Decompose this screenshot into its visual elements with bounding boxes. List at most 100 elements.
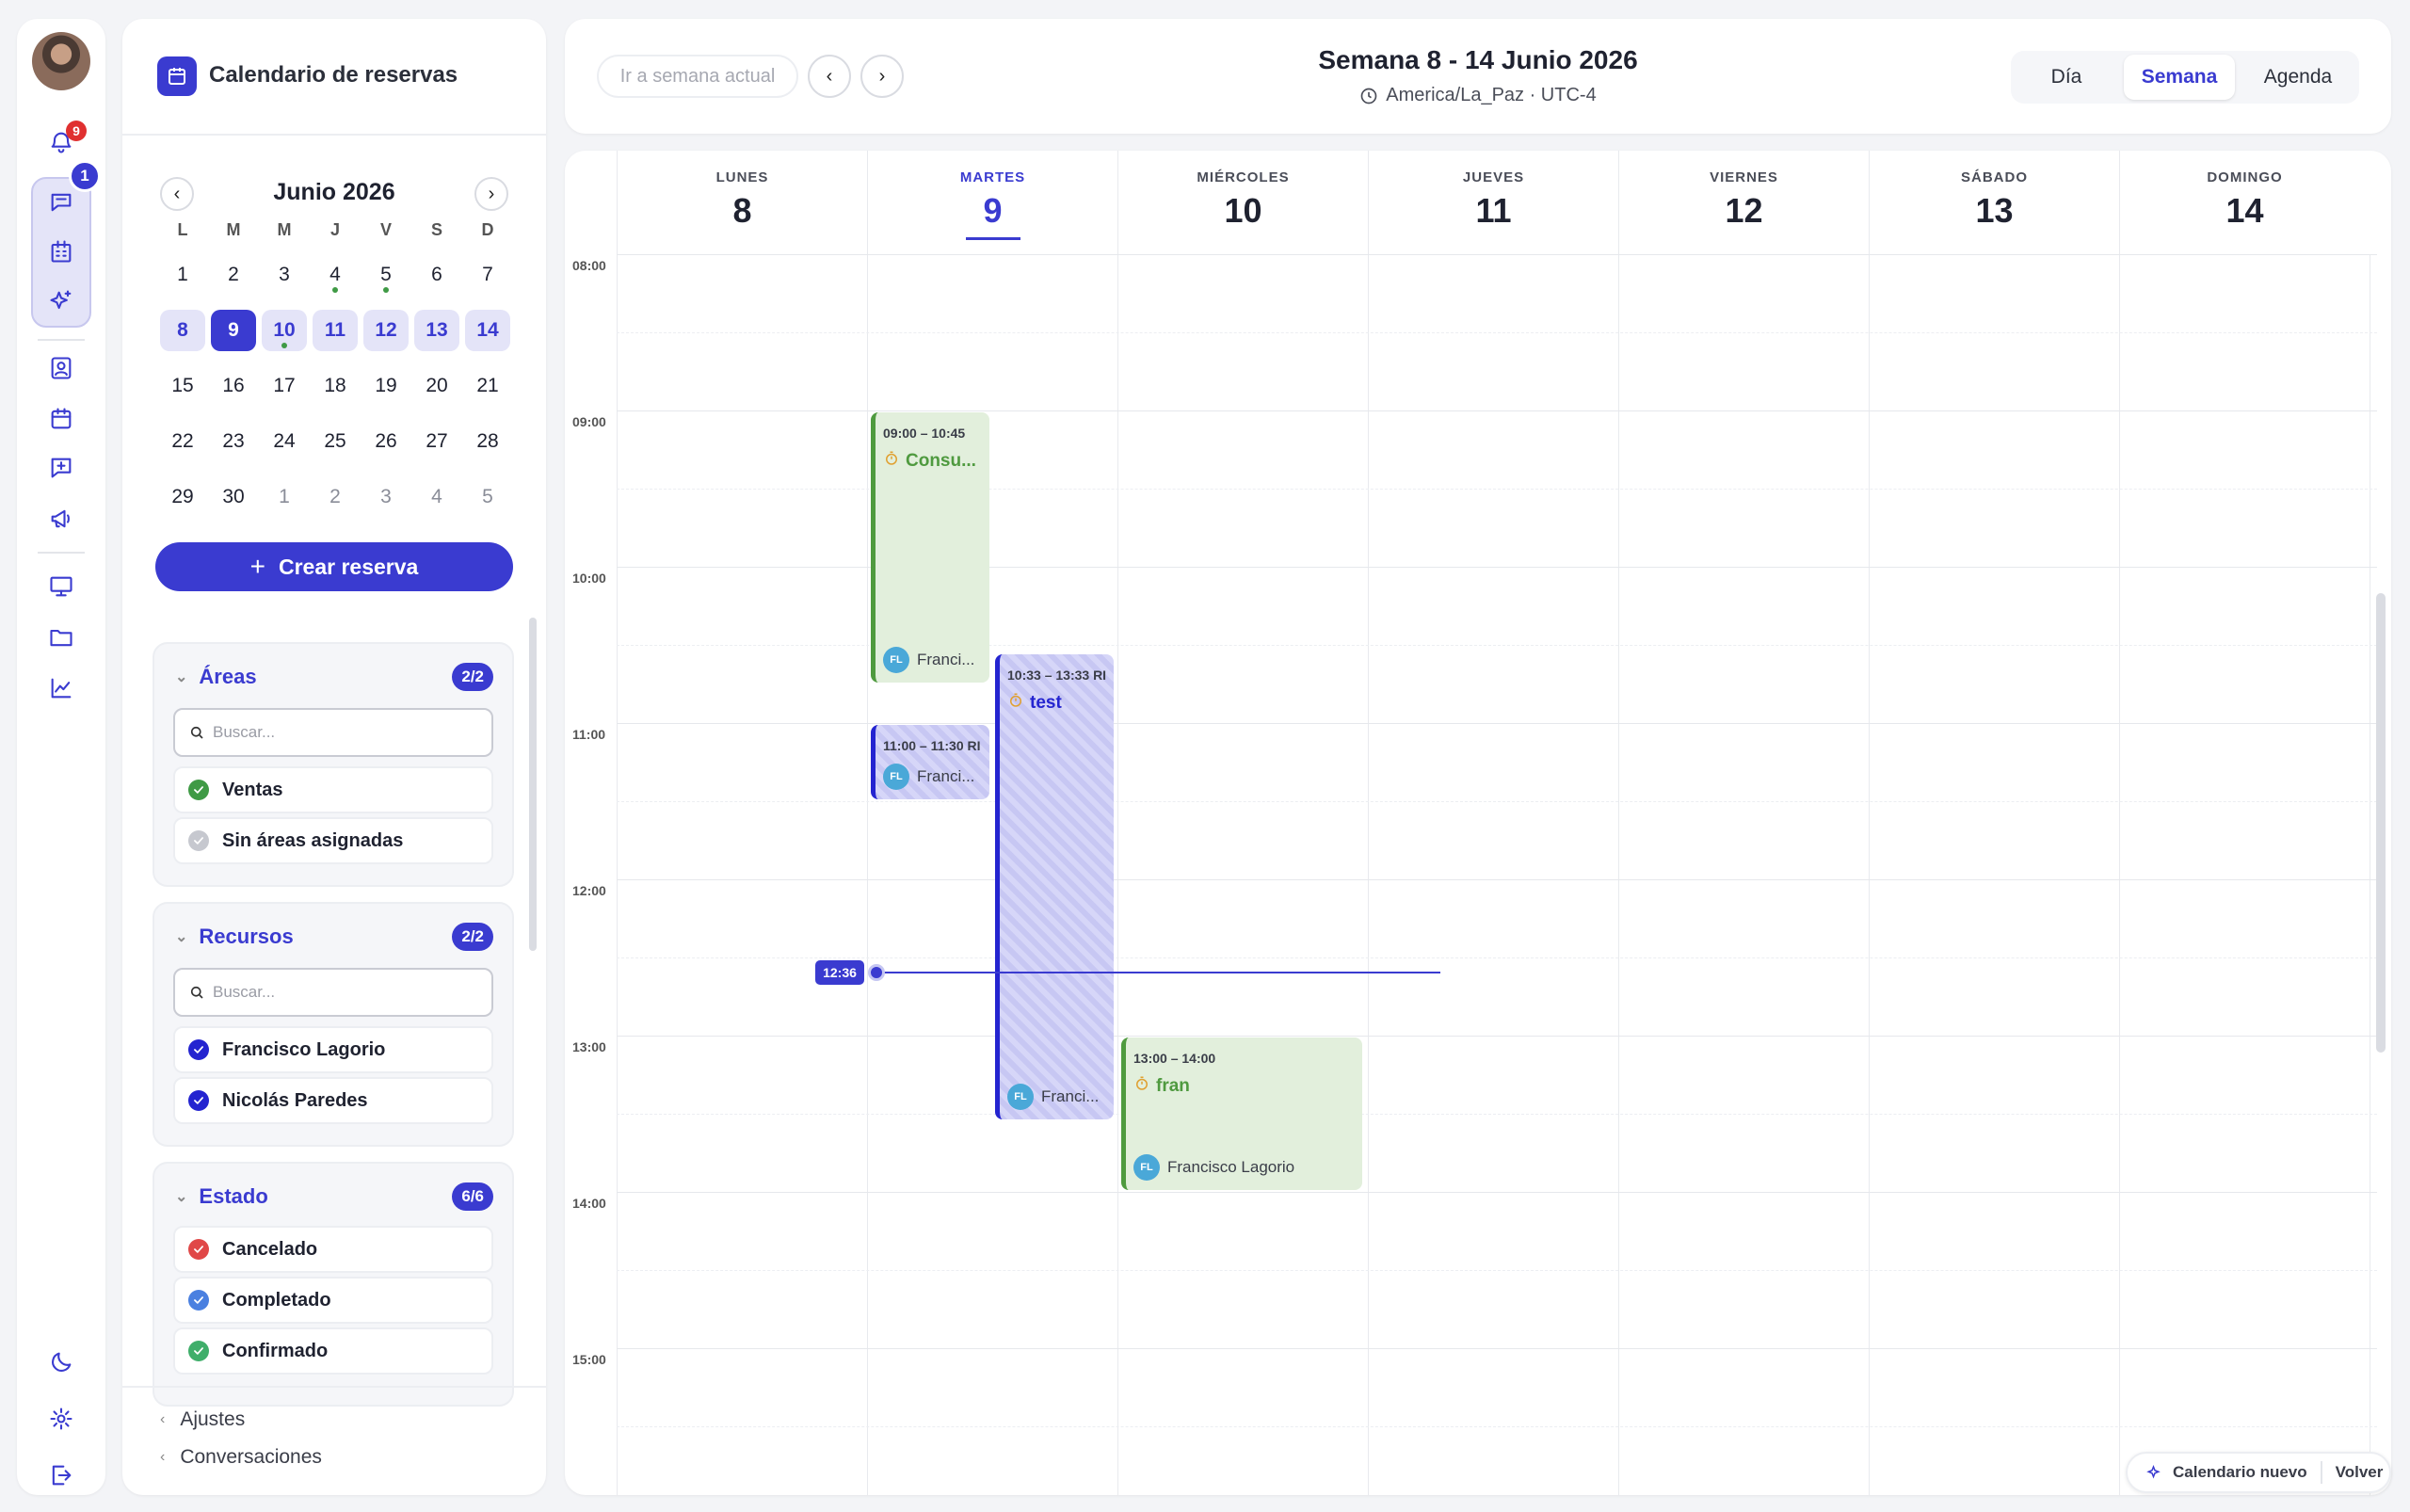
mini-calendar-day[interactable]: 2	[313, 476, 358, 518]
day-header[interactable]: MIÉRCOLES 10	[1117, 151, 1368, 254]
day-header[interactable]: MARTES 9	[867, 151, 1117, 254]
mini-calendar-day[interactable]: 27	[414, 421, 459, 462]
event-title: test	[1007, 692, 1062, 715]
day-number: 8	[732, 191, 752, 230]
mini-calendar-day[interactable]: 25	[313, 421, 358, 462]
booking-event[interactable]: 11:00 – 11:30 RI FL Franci...	[871, 725, 989, 799]
day-number: 9	[228, 319, 239, 341]
resources-filter-item[interactable]: Francisco Lagorio	[173, 1026, 493, 1073]
areas-filter-header[interactable]: ⌄ Áreas	[175, 665, 257, 689]
back-button[interactable]: Volver	[2336, 1463, 2384, 1482]
status-filter-item[interactable]: Completado	[173, 1277, 493, 1324]
mini-calendar-day[interactable]: 20	[414, 365, 459, 407]
mini-calendar-day[interactable]: 24	[262, 421, 307, 462]
theme-toggle[interactable]	[38, 1339, 85, 1386]
create-booking-button[interactable]: + Crear reserva	[155, 542, 513, 591]
chevron-down-icon: ⌄	[175, 1189, 188, 1205]
conversations-link[interactable]: ‹ Conversaciones	[160, 1446, 322, 1469]
mini-calendar-day[interactable]: 3	[262, 254, 307, 296]
mini-calendar-day[interactable]: 10	[262, 310, 307, 351]
day-number: 11	[1475, 191, 1512, 230]
areas-filter-item[interactable]: Ventas	[173, 766, 493, 813]
areas-search[interactable]	[173, 708, 493, 757]
status-filter-header[interactable]: ⌄ Estado	[175, 1184, 268, 1209]
sidebar-scrollbar[interactable]	[529, 618, 537, 951]
calendar-icon	[51, 408, 72, 429]
day-header[interactable]: DOMINGO 14	[2119, 151, 2370, 254]
mini-calendar-day[interactable]: 3	[363, 476, 409, 518]
mini-calendar-day[interactable]: 2	[211, 254, 256, 296]
calendar-button[interactable]	[38, 395, 85, 442]
mini-calendar-day[interactable]: 1	[262, 476, 307, 518]
mini-calendar-day[interactable]: 18	[313, 365, 358, 407]
campaigns-button[interactable]	[38, 495, 85, 542]
chevron-left-icon: ‹	[173, 183, 181, 204]
notifications-button[interactable]: 9	[38, 119, 87, 166]
resources-search[interactable]	[173, 968, 493, 1017]
day-header[interactable]: LUNES 8	[617, 151, 867, 254]
mini-calendar-day[interactable]: 14	[465, 310, 510, 351]
mini-calendar-day[interactable]: 19	[363, 365, 409, 407]
status-filter-item[interactable]: Confirmado	[173, 1327, 493, 1375]
logout-button[interactable]	[38, 1452, 85, 1499]
grid-scrollbar[interactable]	[2376, 593, 2386, 1053]
reports-button[interactable]	[38, 665, 85, 712]
resources-filter-item[interactable]: Nicolás Paredes	[173, 1077, 493, 1124]
mini-calendar-day[interactable]: 6	[414, 254, 459, 296]
areas-filter-item[interactable]: Sin áreas asignadas	[173, 817, 493, 864]
day-number: 6	[431, 264, 442, 285]
bookings-button[interactable]	[38, 228, 85, 275]
mini-calendar-day[interactable]: 30	[211, 476, 256, 518]
sidebar-title: Calendario de reservas	[209, 62, 458, 88]
day-header[interactable]: JUEVES 11	[1368, 151, 1618, 254]
new-message-button[interactable]	[38, 444, 85, 491]
booking-event[interactable]: 09:00 – 10:45 Consu... FL Franci...	[871, 412, 989, 683]
booking-event[interactable]: 13:00 – 14:00 fran FL Francisco Lagorio	[1121, 1037, 1362, 1190]
mini-calendar-day[interactable]: 5	[363, 254, 409, 296]
mini-calendar-day[interactable]: 17	[262, 365, 307, 407]
mini-calendar-day[interactable]: 28	[465, 421, 510, 462]
areas-search-input[interactable]	[213, 723, 486, 742]
mini-calendar-day[interactable]: 7	[465, 254, 510, 296]
next-month-button[interactable]: ›	[474, 177, 508, 211]
hour-label: 10:00	[572, 571, 606, 586]
day-number: 5	[482, 486, 493, 507]
new-calendar-toggle: Calendario nuevo Volver	[2126, 1452, 2391, 1493]
mini-calendar-day[interactable]: 29	[160, 476, 205, 518]
files-button[interactable]	[38, 614, 85, 661]
mini-calendar-today[interactable]: 9	[211, 310, 256, 351]
settings-button[interactable]	[38, 1395, 85, 1442]
mini-calendar-day[interactable]: 8	[160, 310, 205, 351]
event-dot	[281, 343, 287, 348]
prev-month-button[interactable]: ‹	[160, 177, 194, 211]
day-header[interactable]: SÁBADO 13	[1869, 151, 2119, 254]
mini-calendar-day[interactable]: 11	[313, 310, 358, 351]
mini-calendar-day[interactable]: 4	[313, 254, 358, 296]
mini-calendar-day[interactable]: 26	[363, 421, 409, 462]
day-header[interactable]: VIERNES 12	[1618, 151, 1869, 254]
settings-link[interactable]: ‹ Ajustes	[160, 1408, 245, 1431]
view-agenda-tab[interactable]: Agenda	[2241, 55, 2355, 100]
booking-event[interactable]: 10:33 – 13:33 RI test FL Franci...	[995, 654, 1114, 1120]
status-filter-item[interactable]: Cancelado	[173, 1226, 493, 1273]
mini-calendar-day[interactable]: 4	[414, 476, 459, 518]
view-day-tab[interactable]: Día	[2015, 55, 2118, 100]
resources-filter-header[interactable]: ⌄ Recursos	[175, 925, 294, 949]
live-chat-button[interactable]	[38, 563, 85, 610]
half-hour-line	[617, 957, 2377, 958]
resources-search-input[interactable]	[213, 983, 486, 1002]
ai-button[interactable]	[38, 278, 85, 325]
view-week-tab[interactable]: Semana	[2124, 55, 2235, 100]
day-number: 11	[324, 319, 346, 341]
mini-calendar-day[interactable]: 12	[363, 310, 409, 351]
mini-calendar-day[interactable]: 21	[465, 365, 510, 407]
mini-calendar-day[interactable]: 13	[414, 310, 459, 351]
mini-calendar-day[interactable]: 23	[211, 421, 256, 462]
mini-calendar-day[interactable]: 22	[160, 421, 205, 462]
mini-calendar-day[interactable]: 15	[160, 365, 205, 407]
avatar[interactable]	[32, 32, 90, 90]
mini-calendar-day[interactable]: 16	[211, 365, 256, 407]
contacts-button[interactable]	[38, 345, 85, 392]
mini-calendar-day[interactable]: 5	[465, 476, 510, 518]
mini-calendar-day[interactable]: 1	[160, 254, 205, 296]
